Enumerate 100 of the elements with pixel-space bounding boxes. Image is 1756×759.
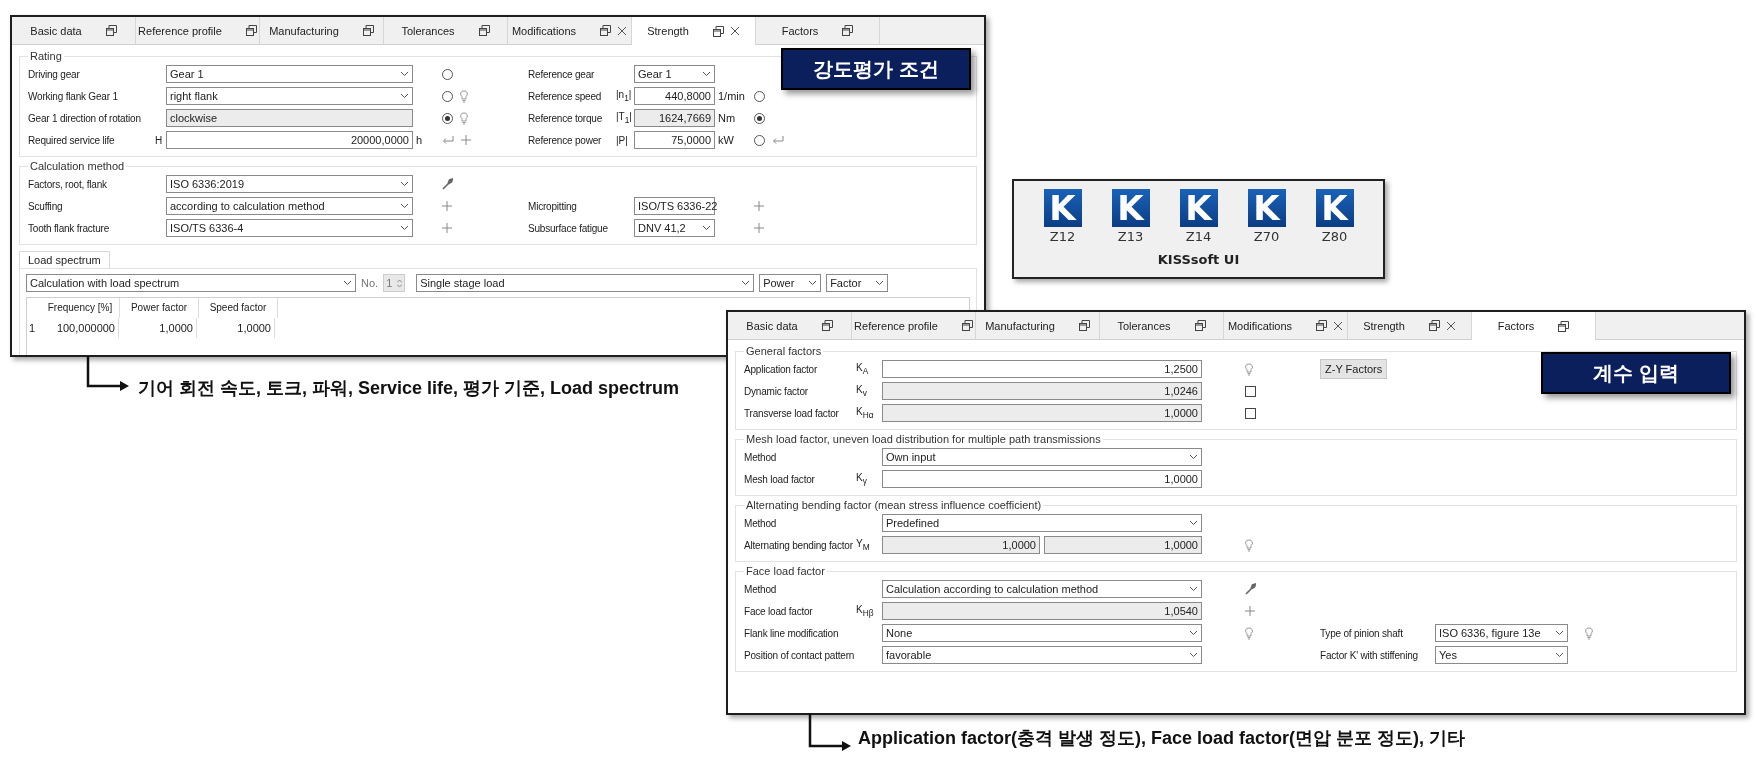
dropdown[interactable]: ISO 6336:2019 bbox=[166, 175, 413, 193]
dropdown[interactable]: favorable bbox=[882, 646, 1202, 664]
restore-icon[interactable] bbox=[961, 320, 973, 331]
dropdown[interactable]: Yes bbox=[1435, 646, 1568, 664]
restore-icon[interactable] bbox=[600, 25, 612, 36]
restore-icon[interactable] bbox=[821, 320, 833, 331]
dropdown[interactable]: DNV 41,2 bbox=[634, 219, 715, 237]
radio-button[interactable] bbox=[754, 112, 765, 124]
table-cell: 1,0000 bbox=[119, 318, 197, 338]
input-field[interactable]: 1,0540 bbox=[882, 602, 1202, 620]
caption: 기어 회전 속도, 토크, 파워, Service life, 평가 기준, Load spectrum bbox=[138, 377, 680, 400]
app-logo-icon[interactable]: K bbox=[1315, 189, 1354, 227]
tab[interactable]: Factors bbox=[1472, 312, 1596, 340]
dropdown[interactable]: ISO 6336, figure 13e bbox=[1435, 624, 1568, 642]
input-field[interactable]: 1,0246 bbox=[882, 382, 1202, 400]
input-field[interactable]: 1624,7669 bbox=[634, 109, 715, 127]
restore-icon[interactable] bbox=[1558, 320, 1570, 332]
dropdown[interactable]: Gear 1 bbox=[634, 65, 715, 83]
app-logo-icon[interactable]: K bbox=[1179, 189, 1218, 227]
caret-icon bbox=[1555, 630, 1564, 636]
app-label[interactable]: Z80 bbox=[1321, 229, 1348, 244]
group-title: Rating bbox=[29, 50, 63, 62]
dropdown[interactable]: Single stage load bbox=[416, 274, 755, 292]
restore-icon[interactable] bbox=[478, 25, 490, 36]
field-label: Type of pinion shaft bbox=[1320, 627, 1404, 639]
dropdown[interactable]: according to calculation method bbox=[166, 197, 413, 215]
number-spinner[interactable]: 1 bbox=[383, 274, 406, 292]
radio-button[interactable] bbox=[442, 68, 453, 80]
app-label[interactable]: Z12 bbox=[1049, 229, 1076, 244]
dropdown[interactable]: Gear 1 bbox=[166, 65, 413, 83]
restore-icon[interactable] bbox=[105, 25, 117, 36]
input-field[interactable]: 1,0000 bbox=[882, 536, 1040, 554]
field-label: Gear 1 direction of rotation bbox=[28, 112, 142, 124]
dropdown[interactable]: ISO/TS 6336-4 bbox=[166, 219, 413, 237]
input-field[interactable]: 1,0000 bbox=[1044, 536, 1202, 554]
dropdown[interactable]: Factor bbox=[826, 274, 889, 292]
input-field[interactable]: clockwise bbox=[166, 109, 413, 127]
restore-icon[interactable] bbox=[362, 25, 374, 36]
app-logo-icon[interactable]: K bbox=[1111, 189, 1150, 227]
caret-icon bbox=[741, 280, 751, 286]
restore-icon[interactable] bbox=[1194, 320, 1206, 331]
z-y-factors-button[interactable]: Z-Y Factors bbox=[1320, 359, 1388, 379]
restore-icon[interactable] bbox=[245, 25, 257, 36]
app-label[interactable]: Z70 bbox=[1253, 229, 1280, 244]
field-label: Transverse load factor bbox=[744, 407, 840, 419]
close-icon[interactable] bbox=[1445, 320, 1456, 331]
wrench-icon[interactable] bbox=[1245, 583, 1256, 595]
close-icon[interactable] bbox=[729, 26, 740, 36]
group-title: Face load factor bbox=[745, 565, 826, 577]
wrench-icon[interactable] bbox=[442, 178, 453, 190]
field-label: Scuffing bbox=[28, 200, 64, 212]
dropdown[interactable]: Calculation with load spectrum bbox=[26, 274, 356, 292]
input-field[interactable]: 1,0000 bbox=[882, 470, 1202, 488]
caret-icon bbox=[1189, 586, 1198, 592]
caret-icon bbox=[400, 181, 409, 187]
restore-icon[interactable] bbox=[1428, 320, 1440, 331]
field-label: Required service life bbox=[28, 134, 116, 146]
radio-button[interactable] bbox=[442, 90, 453, 102]
caret-icon bbox=[400, 203, 409, 209]
field-label: Driving gear bbox=[28, 68, 81, 80]
app-label[interactable]: Z14 bbox=[1185, 229, 1212, 244]
dropdown[interactable]: Calculation according to calculation method bbox=[882, 580, 1202, 598]
tab[interactable]: Strength bbox=[632, 17, 756, 45]
restore-icon[interactable] bbox=[1316, 320, 1328, 331]
tab[interactable]: Reference profile bbox=[136, 17, 260, 44]
symbol-label: |T$_{1}$| bbox=[616, 111, 633, 125]
input-field[interactable]: 75,0000 bbox=[634, 131, 715, 149]
checkbox[interactable] bbox=[1245, 385, 1256, 397]
dropdown[interactable]: None bbox=[882, 624, 1202, 642]
field-label: Tooth flank fracture bbox=[28, 222, 111, 234]
tab[interactable]: Load spectrum bbox=[19, 251, 110, 268]
unit-label: h bbox=[415, 134, 424, 146]
dropdown[interactable]: Power bbox=[759, 274, 822, 292]
restore-icon[interactable] bbox=[712, 25, 724, 37]
close-icon[interactable] bbox=[617, 25, 628, 36]
app-label[interactable]: Z13 bbox=[1117, 229, 1144, 244]
table-cell: 100,000000 bbox=[41, 318, 119, 338]
tab[interactable]: Reference profile bbox=[852, 312, 976, 339]
radio-button[interactable] bbox=[754, 134, 765, 146]
app-logo-icon[interactable]: K bbox=[1247, 189, 1286, 227]
unit-label: Nm bbox=[717, 112, 737, 124]
close-icon[interactable] bbox=[1333, 320, 1344, 331]
radio-button[interactable] bbox=[442, 112, 453, 124]
dropdown[interactable]: Own input bbox=[882, 448, 1202, 466]
dropdown[interactable]: ISO/TS 6336-22 bbox=[634, 197, 715, 215]
input-field[interactable]: 1,2500 bbox=[882, 360, 1202, 378]
dropdown[interactable]: right flank bbox=[166, 87, 413, 105]
app-logo-icon[interactable]: K bbox=[1043, 189, 1082, 227]
restore-icon[interactable] bbox=[1078, 320, 1090, 331]
radio-button[interactable] bbox=[754, 90, 765, 102]
restore-icon[interactable] bbox=[842, 25, 854, 36]
input-field[interactable]: 440,8000 bbox=[634, 87, 715, 105]
checkbox[interactable] bbox=[1245, 407, 1256, 419]
symbol-label: K$_{Hβ}$ bbox=[856, 604, 875, 618]
group-title: Mesh load factor, uneven load distribution for multiple path transmissions bbox=[745, 433, 1102, 445]
input-field[interactable]: 20000,0000 bbox=[166, 131, 413, 149]
input-field[interactable]: 1,0000 bbox=[882, 404, 1202, 422]
column-header: Frequency [%] bbox=[41, 298, 120, 318]
field-label: Alternating bending factor bbox=[744, 539, 854, 551]
dropdown[interactable]: Predefined bbox=[882, 514, 1202, 532]
